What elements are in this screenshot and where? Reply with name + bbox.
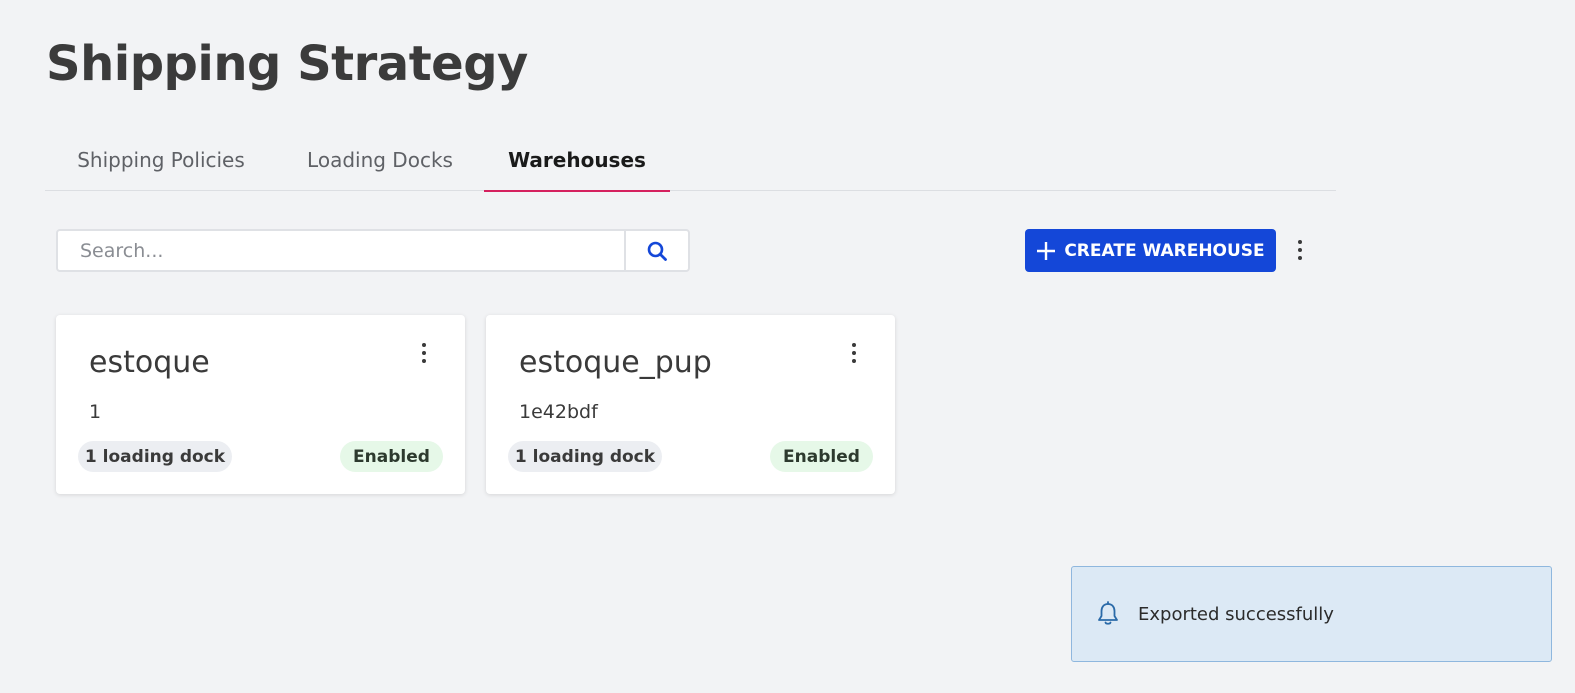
more-vertical-icon (852, 343, 856, 347)
page: Shipping Strategy Shipping Policies Load… (0, 0, 1575, 693)
plus-icon (1037, 241, 1056, 260)
search-box (56, 229, 690, 272)
tab-warehouses[interactable]: Warehouses (484, 130, 670, 192)
card-more-button[interactable] (414, 339, 434, 367)
create-warehouse-button[interactable]: CREATE WAREHOUSE (1025, 229, 1276, 272)
search-icon (647, 241, 667, 261)
page-title: Shipping Strategy (46, 36, 528, 92)
create-warehouse-label: CREATE WAREHOUSE (1064, 240, 1265, 261)
loading-dock-count-badge: 1 loading dock (78, 441, 232, 472)
more-vertical-icon (422, 343, 426, 347)
loading-dock-count-badge: 1 loading dock (508, 441, 662, 472)
warehouse-name: estoque_pup (519, 345, 712, 380)
toast-notification: Exported successfully (1071, 566, 1552, 662)
status-badge: Enabled (770, 441, 873, 472)
warehouse-card[interactable]: estoque_pup 1e42bdf 1 loading dock Enabl… (486, 315, 895, 494)
bell-icon (1098, 601, 1118, 625)
warehouse-code: 1 (89, 401, 102, 423)
more-vertical-icon (1298, 240, 1302, 244)
tab-bar: Shipping Policies Loading Docks Warehous… (45, 130, 1336, 192)
status-badge: Enabled (340, 441, 443, 472)
more-options-button[interactable] (1290, 236, 1310, 264)
warehouse-card[interactable]: estoque 1 1 loading dock Enabled (56, 315, 465, 494)
warehouse-name: estoque (89, 345, 210, 380)
card-more-button[interactable] (844, 339, 864, 367)
tab-shipping-policies[interactable]: Shipping Policies (45, 130, 277, 190)
tab-loading-docks[interactable]: Loading Docks (277, 130, 483, 190)
warehouse-code: 1e42bdf (519, 401, 598, 423)
toast-message: Exported successfully (1138, 603, 1334, 625)
search-input[interactable] (58, 231, 624, 270)
search-button[interactable] (624, 231, 688, 270)
